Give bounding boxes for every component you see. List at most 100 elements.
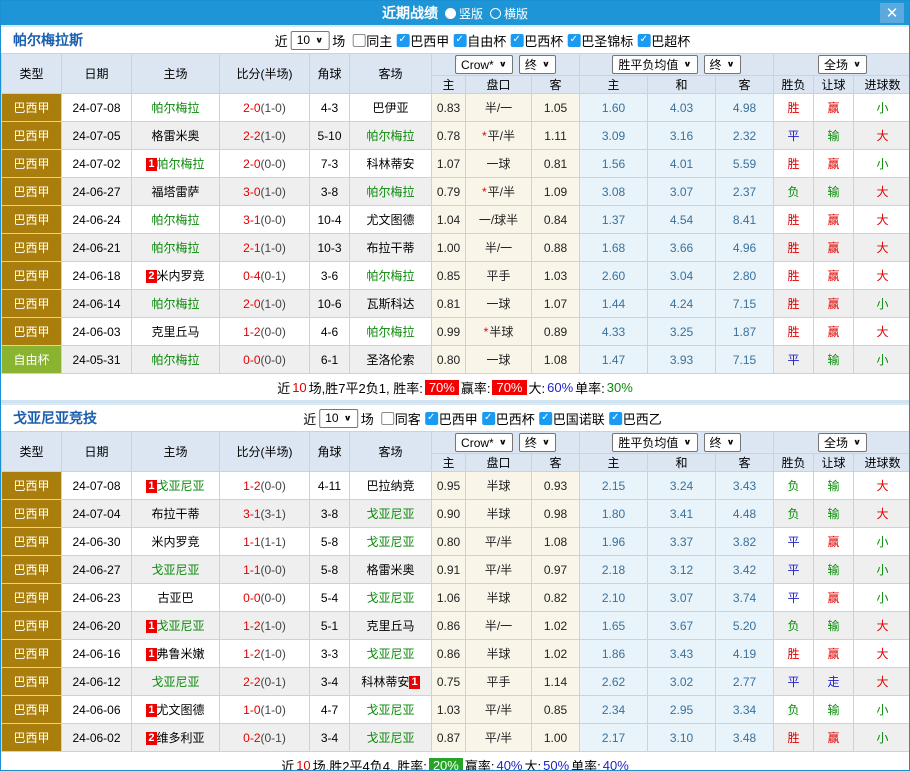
final-select[interactable]: 终∨ <box>519 433 556 452</box>
handicap-cell: *半球 <box>466 318 532 346</box>
avg-away-cell: 3.42 <box>716 556 774 584</box>
home-team-cell: 2维多利亚 <box>132 724 220 752</box>
avg-away-cell: 5.20 <box>716 612 774 640</box>
league-filter-0-3[interactable]: ✓巴圣锦标 <box>567 31 633 50</box>
col-odds-home: 主 <box>432 454 466 472</box>
handicap-cell: 平手 <box>466 668 532 696</box>
odds-home-cell: 0.80 <box>432 346 466 374</box>
final-select-2[interactable]: 终∨ <box>704 55 741 74</box>
league-cell: 巴西甲 <box>2 290 62 318</box>
score-cell: 0-2(0-1) <box>220 724 310 752</box>
handicap-result-cell: 赢 <box>814 640 854 668</box>
goals-result-cell: 小 <box>854 346 910 374</box>
handicap-cell: 半球 <box>466 472 532 500</box>
result-cell: 胜 <box>774 290 814 318</box>
final-select[interactable]: 终∨ <box>519 55 556 74</box>
avg-home-cell: 1.68 <box>580 234 648 262</box>
radio-selected-icon <box>445 8 456 19</box>
odds-home-cell: 0.99 <box>432 318 466 346</box>
final-select-2[interactable]: 终∨ <box>704 433 741 452</box>
odds-home-cell: 1.04 <box>432 206 466 234</box>
bookmaker-select[interactable]: Crow*∨ <box>455 433 513 452</box>
fulltime-select[interactable]: 全场∨ <box>818 55 867 74</box>
league-filter-1-2[interactable]: ✓巴国诺联 <box>539 409 605 428</box>
checkbox-checked-icon: ✓ <box>609 412 622 425</box>
league-filter-0-1[interactable]: ✓自由杯 <box>453 31 506 50</box>
handicap-cell: *平/半 <box>466 122 532 150</box>
avg-home-cell: 2.34 <box>580 696 648 724</box>
fulltime-select[interactable]: 全场∨ <box>818 433 867 452</box>
radio-horizontal-label: 横版 <box>504 5 528 22</box>
col-away: 客场 <box>350 432 432 472</box>
avg-away-cell: 2.37 <box>716 178 774 206</box>
league-filter-label: 巴超杯 <box>651 31 690 50</box>
league-filter-1-0[interactable]: ✓巴西甲 <box>425 409 478 428</box>
corner-cell: 5-8 <box>310 528 350 556</box>
same-venue-filter[interactable]: 同主 <box>352 31 392 50</box>
odds-away-cell: 1.00 <box>532 724 580 752</box>
match-row: 巴西甲 24-07-02 1帕尔梅拉 2-0(0-0) 7-3 科林蒂安 1.0… <box>2 150 910 178</box>
rank-badge: 1 <box>146 704 156 717</box>
close-button[interactable]: ✕ <box>880 3 904 23</box>
avg-home-cell: 2.15 <box>580 472 648 500</box>
handicap-cell: 平手 <box>466 262 532 290</box>
avg-home-cell: 1.60 <box>580 94 648 122</box>
chevron-down-icon: ∨ <box>853 438 861 447</box>
rank-badge: 1 <box>409 676 419 689</box>
goals-result-cell: 小 <box>854 556 910 584</box>
league-filter-1-3[interactable]: ✓巴西乙 <box>609 409 662 428</box>
col-result: 胜负 <box>774 76 814 94</box>
league-filter-1-1[interactable]: ✓巴西杯 <box>482 409 535 428</box>
match-row: 巴西甲 24-07-08 1戈亚尼亚 1-2(0-0) 4-11 巴拉纳竞 0.… <box>2 472 910 500</box>
result-cell: 胜 <box>774 206 814 234</box>
away-team-cell: 帕尔梅拉 <box>350 262 432 290</box>
avg-draw-cell: 3.43 <box>648 640 716 668</box>
match-count-select[interactable]: 10∨ <box>291 31 329 50</box>
avg-home-cell: 1.56 <box>580 150 648 178</box>
col-avg-home: 主 <box>580 76 648 94</box>
avg-away-cell: 3.48 <box>716 724 774 752</box>
odds-away-cell: 0.97 <box>532 556 580 584</box>
result-cell: 平 <box>774 668 814 696</box>
league-filter-0-2[interactable]: ✓巴西杯 <box>510 31 563 50</box>
league-filter-0-0[interactable]: ✓巴西甲 <box>396 31 449 50</box>
odds-away-cell: 1.14 <box>532 668 580 696</box>
match-filters: 近 10∨ 场 同主 ✓巴西甲✓自由杯✓巴西杯✓巴圣锦标✓巴超杯 <box>272 31 691 50</box>
score-cell: 1-1(0-0) <box>220 556 310 584</box>
score-cell: 2-0(1-0) <box>220 290 310 318</box>
avg-away-cell: 2.32 <box>716 122 774 150</box>
home-team-cell: 古亚巴 <box>132 584 220 612</box>
handicap-result-cell: 输 <box>814 178 854 206</box>
league-filter-0-4[interactable]: ✓巴超杯 <box>637 31 690 50</box>
chevron-down-icon: ∨ <box>315 36 323 45</box>
avg-select[interactable]: 胜平负均值∨ <box>612 55 697 74</box>
bookmaker-select[interactable]: Crow*∨ <box>455 55 513 74</box>
league-cell: 巴西甲 <box>2 150 62 178</box>
col-score: 比分(半场) <box>220 432 310 472</box>
avg-draw-cell: 3.12 <box>648 556 716 584</box>
same-venue-filter[interactable]: 同客 <box>381 409 421 428</box>
avg-select[interactable]: 胜平负均值∨ <box>612 433 697 452</box>
odds-away-cell: 0.81 <box>532 150 580 178</box>
layout-radio-horizontal[interactable]: 横版 <box>490 5 528 22</box>
corner-cell: 4-11 <box>310 472 350 500</box>
layout-radio-vertical[interactable]: 竖版 <box>445 5 483 22</box>
section-bar: 戈亚尼亚竞技 近 10∨ 场 同客 ✓巴西甲✓巴西杯✓巴国诺联✓巴西乙 <box>1 403 909 431</box>
checkbox-checked-icon: ✓ <box>510 34 523 47</box>
match-row: 巴西甲 24-06-06 1尤文图德 1-0(1-0) 4-7 戈亚尼亚 1.0… <box>2 696 910 724</box>
league-cell: 巴西甲 <box>2 94 62 122</box>
goals-result-cell: 大 <box>854 234 910 262</box>
result-cell: 负 <box>774 696 814 724</box>
corner-cell: 10-3 <box>310 234 350 262</box>
avg-draw-cell: 4.24 <box>648 290 716 318</box>
match-count-select[interactable]: 10∨ <box>319 409 357 428</box>
home-team-cell: 克里丘马 <box>132 318 220 346</box>
avg-draw-cell: 3.07 <box>648 178 716 206</box>
date-cell: 24-06-27 <box>62 178 132 206</box>
col-avg-home: 主 <box>580 454 648 472</box>
date-cell: 24-06-23 <box>62 584 132 612</box>
date-cell: 24-06-30 <box>62 528 132 556</box>
date-cell: 24-06-03 <box>62 318 132 346</box>
checkbox-checked-icon: ✓ <box>637 34 650 47</box>
col-score: 比分(半场) <box>220 54 310 94</box>
